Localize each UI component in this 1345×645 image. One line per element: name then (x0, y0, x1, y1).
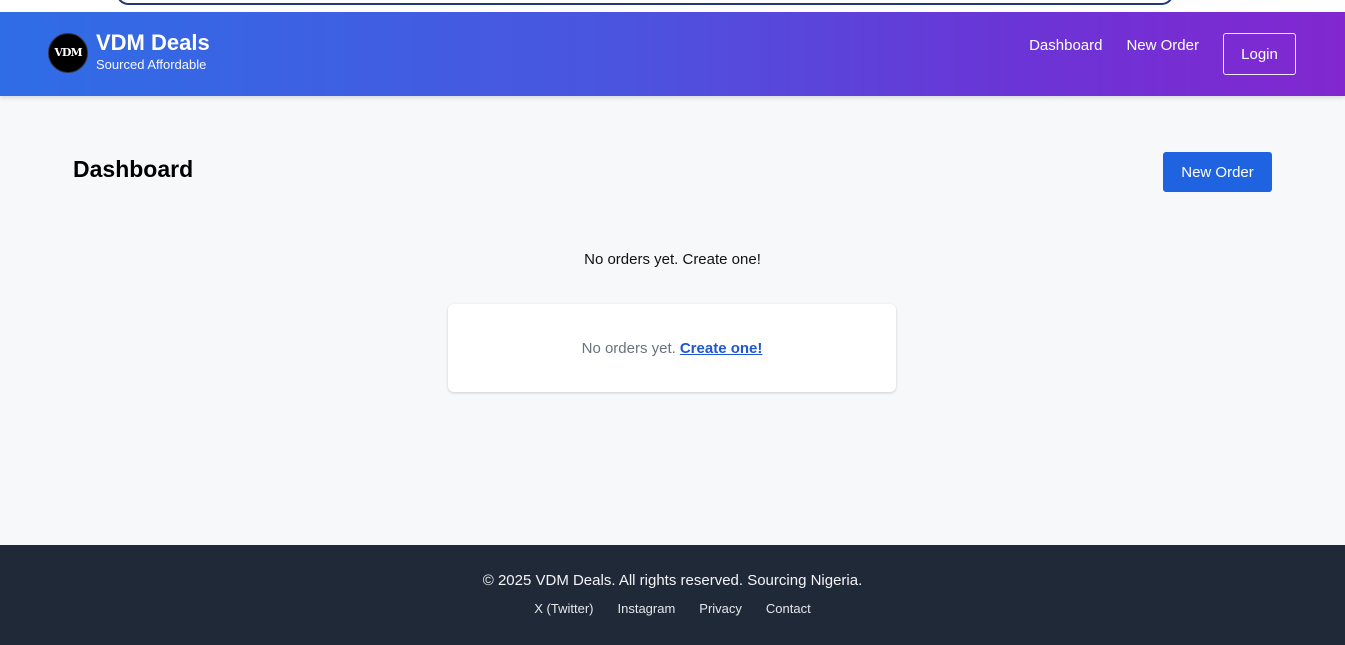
brand[interactable]: VDM VDM Deals Sourced Affordable (48, 30, 210, 73)
empty-orders-card: No orders yet. Create one! (448, 304, 896, 392)
nav-new-order[interactable]: New Order (1126, 37, 1199, 54)
create-order-link[interactable]: Create one! (680, 340, 763, 357)
copyright-text: © 2025 VDM Deals. All rights reserved. S… (482, 572, 863, 589)
site-header: VDM VDM Deals Sourced Affordable Dashboa… (0, 12, 1345, 96)
main-nav: Dashboard New Order Login (1029, 33, 1296, 75)
site-footer: © 2025 VDM Deals. All rights reserved. S… (0, 545, 1345, 645)
brand-text: VDM Deals Sourced Affordable (96, 30, 210, 73)
search-bar-edge[interactable] (116, 0, 1174, 5)
footer-link-instagram[interactable]: Instagram (617, 601, 675, 616)
brand-name: VDM Deals (96, 30, 210, 55)
footer-link-privacy[interactable]: Privacy (699, 601, 742, 616)
footer-link-twitter[interactable]: X (Twitter) (534, 601, 593, 616)
main-content: Dashboard New Order No orders yet. Creat… (0, 96, 1345, 545)
login-button[interactable]: Login (1223, 33, 1296, 75)
footer-links: X (Twitter) Instagram Privacy Contact (0, 601, 1345, 616)
top-strip (0, 0, 1345, 12)
nav-dashboard[interactable]: Dashboard (1029, 37, 1102, 54)
footer-link-contact[interactable]: Contact (766, 601, 811, 616)
empty-state-message: No orders yet. Create one! (584, 251, 761, 268)
logo-icon: VDM (48, 32, 88, 73)
new-order-button[interactable]: New Order (1163, 152, 1272, 192)
page-title: Dashboard (73, 156, 194, 182)
brand-tagline: Sourced Affordable (96, 57, 207, 72)
empty-card-text: No orders yet. (581, 339, 676, 357)
